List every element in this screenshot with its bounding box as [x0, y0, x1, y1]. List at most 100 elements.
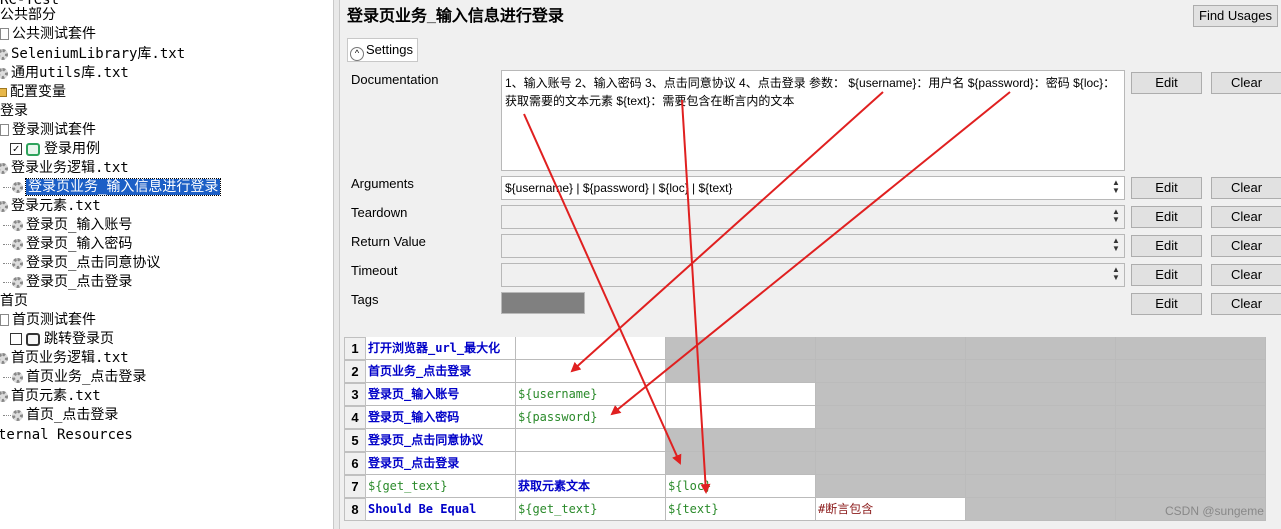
- grid-cell[interactable]: [1116, 337, 1266, 360]
- grid-cell[interactable]: [816, 475, 966, 498]
- return-value-edit-button[interactable]: Edit: [1131, 235, 1202, 257]
- documentation-clear-button[interactable]: Clear: [1211, 72, 1281, 94]
- grid-cell[interactable]: [816, 406, 966, 429]
- arguments-edit-button[interactable]: Edit: [1131, 177, 1202, 199]
- grid-cell[interactable]: [1116, 452, 1266, 475]
- tree-item-keyword[interactable]: 首页_点击登录: [3, 406, 118, 425]
- spin-arrows-icon[interactable]: ▲ ▼: [1110, 208, 1122, 226]
- tree-item-external-resources[interactable]: ternal Resources: [0, 426, 133, 445]
- grid-cell[interactable]: ${loc}: [666, 475, 816, 498]
- row-number[interactable]: 5: [344, 429, 366, 452]
- spin-arrows-icon[interactable]: ▲ ▼: [1110, 266, 1122, 284]
- grid-cell[interactable]: 首页业务_点击登录: [366, 360, 516, 383]
- tags-edit-button[interactable]: Edit: [1131, 293, 1202, 315]
- grid-cell[interactable]: [666, 383, 816, 406]
- grid-cell[interactable]: [666, 360, 816, 383]
- tree-item-selected-keyword[interactable]: 登录页业务_输入信息进行登录: [3, 178, 222, 197]
- grid-cell[interactable]: ${get_text}: [366, 475, 516, 498]
- timeout-clear-button[interactable]: Clear: [1211, 264, 1281, 286]
- find-usages-button[interactable]: Find Usages: [1193, 5, 1278, 27]
- grid-cell[interactable]: [966, 429, 1116, 452]
- teardown-clear-button[interactable]: Clear: [1211, 206, 1281, 228]
- grid-cell[interactable]: [666, 452, 816, 475]
- grid-cell[interactable]: [516, 337, 666, 360]
- return-value-field[interactable]: ▲ ▼: [501, 234, 1125, 258]
- spin-arrows-icon[interactable]: ▲ ▼: [1110, 179, 1122, 197]
- timeout-field[interactable]: ▲ ▼: [501, 263, 1125, 287]
- grid-cell[interactable]: 登录页_点击登录: [366, 452, 516, 475]
- grid-cell[interactable]: [816, 452, 966, 475]
- arguments-clear-button[interactable]: Clear: [1211, 177, 1281, 199]
- tree-item-home-testcase[interactable]: 跳转登录页: [10, 330, 114, 349]
- tags-field[interactable]: [501, 292, 585, 314]
- grid-cell[interactable]: [666, 406, 816, 429]
- tree-item-public-suite[interactable]: 公共测试套件: [0, 25, 96, 44]
- grid-cell[interactable]: [966, 452, 1116, 475]
- grid-cell[interactable]: ${password}: [516, 406, 666, 429]
- documentation-edit-button[interactable]: Edit: [1131, 72, 1202, 94]
- return-value-clear-button[interactable]: Clear: [1211, 235, 1281, 257]
- grid-cell[interactable]: [966, 406, 1116, 429]
- grid-cell[interactable]: 登录页_输入密码: [366, 406, 516, 429]
- grid-cell[interactable]: [1116, 360, 1266, 383]
- tree-item-config-vars[interactable]: 配置变量: [0, 83, 66, 102]
- tree-item-login-elements-resource[interactable]: 登录元素.txt: [0, 197, 101, 216]
- tree-item-home-logic-resource[interactable]: 首页业务逻辑.txt: [0, 349, 129, 368]
- tree-item-folder-login[interactable]: 登录: [0, 102, 28, 121]
- grid-cell[interactable]: [666, 429, 816, 452]
- grid-cell[interactable]: 登录页_输入账号: [366, 383, 516, 406]
- grid-cell[interactable]: [966, 475, 1116, 498]
- timeout-edit-button[interactable]: Edit: [1131, 264, 1202, 286]
- row-number[interactable]: 6: [344, 452, 366, 475]
- grid-cell[interactable]: [816, 429, 966, 452]
- checkbox-icon[interactable]: [10, 333, 22, 345]
- grid-cell[interactable]: [966, 383, 1116, 406]
- tree-item-keyword[interactable]: 登录页_点击同意协议: [3, 254, 160, 273]
- grid-cell[interactable]: [1116, 429, 1266, 452]
- grid-cell[interactable]: [966, 337, 1116, 360]
- tree-item-keyword[interactable]: 登录页_输入账号: [3, 216, 132, 235]
- documentation-field[interactable]: 1、输入账号 2、输入密码 3、点击同意协议 4、点击登录 参数： ${user…: [501, 70, 1125, 171]
- teardown-edit-button[interactable]: Edit: [1131, 206, 1202, 228]
- grid-cell[interactable]: 获取元素文本: [516, 475, 666, 498]
- grid-cell[interactable]: ${text}: [666, 498, 816, 521]
- tree-item-home-elements-resource[interactable]: 首页元素.txt: [0, 387, 101, 406]
- row-number[interactable]: 4: [344, 406, 366, 429]
- row-number[interactable]: 3: [344, 383, 366, 406]
- pane-splitter[interactable]: [333, 0, 340, 529]
- grid-cell[interactable]: [1116, 383, 1266, 406]
- grid-cell[interactable]: ${username}: [516, 383, 666, 406]
- grid-cell[interactable]: [516, 360, 666, 383]
- tree-item-selenium-resource[interactable]: SeleniumLibrary库.txt: [0, 45, 185, 64]
- tree-item-folder-home[interactable]: 首页: [0, 292, 28, 311]
- row-number[interactable]: 2: [344, 360, 366, 383]
- tree-item-login-suite[interactable]: 登录测试套件: [0, 121, 96, 140]
- grid-cell[interactable]: 登录页_点击同意协议: [366, 429, 516, 452]
- arguments-field[interactable]: ${username} | ${password} | ${loc} | ${t…: [501, 176, 1125, 200]
- tree-item-keyword[interactable]: 首页业务_点击登录: [3, 368, 146, 387]
- grid-cell[interactable]: [1116, 406, 1266, 429]
- tree-item-keyword[interactable]: 登录页_点击登录: [3, 273, 132, 292]
- vertical-scrollbar[interactable]: [1272, 337, 1281, 529]
- grid-cell[interactable]: [516, 429, 666, 452]
- tags-clear-button[interactable]: Clear: [1211, 293, 1281, 315]
- row-number[interactable]: 7: [344, 475, 366, 498]
- grid-cell[interactable]: [816, 383, 966, 406]
- grid-cell[interactable]: [816, 337, 966, 360]
- grid-cell[interactable]: [966, 360, 1116, 383]
- grid-cell[interactable]: [1116, 475, 1266, 498]
- tree-item-folder-public[interactable]: 公共部分: [0, 6, 56, 25]
- grid-cell[interactable]: [966, 498, 1116, 521]
- grid-cell[interactable]: [516, 452, 666, 475]
- tree-item-login-logic-resource[interactable]: 登录业务逻辑.txt: [0, 159, 129, 178]
- row-number[interactable]: 8: [344, 498, 366, 521]
- checkbox-checked-icon[interactable]: ✓: [10, 143, 22, 155]
- tree-item-login-testcase[interactable]: ✓ 登录用例: [10, 140, 100, 159]
- tree-item-home-suite[interactable]: 首页测试套件: [0, 311, 96, 330]
- grid-cell[interactable]: ${get_text}: [516, 498, 666, 521]
- teardown-field[interactable]: ▲ ▼: [501, 205, 1125, 229]
- grid-cell[interactable]: Should Be Equal: [366, 498, 516, 521]
- grid-cell[interactable]: 打开浏览器_url_最大化: [366, 337, 516, 360]
- grid-cell[interactable]: #断言包含: [816, 498, 966, 521]
- grid-cell[interactable]: [816, 360, 966, 383]
